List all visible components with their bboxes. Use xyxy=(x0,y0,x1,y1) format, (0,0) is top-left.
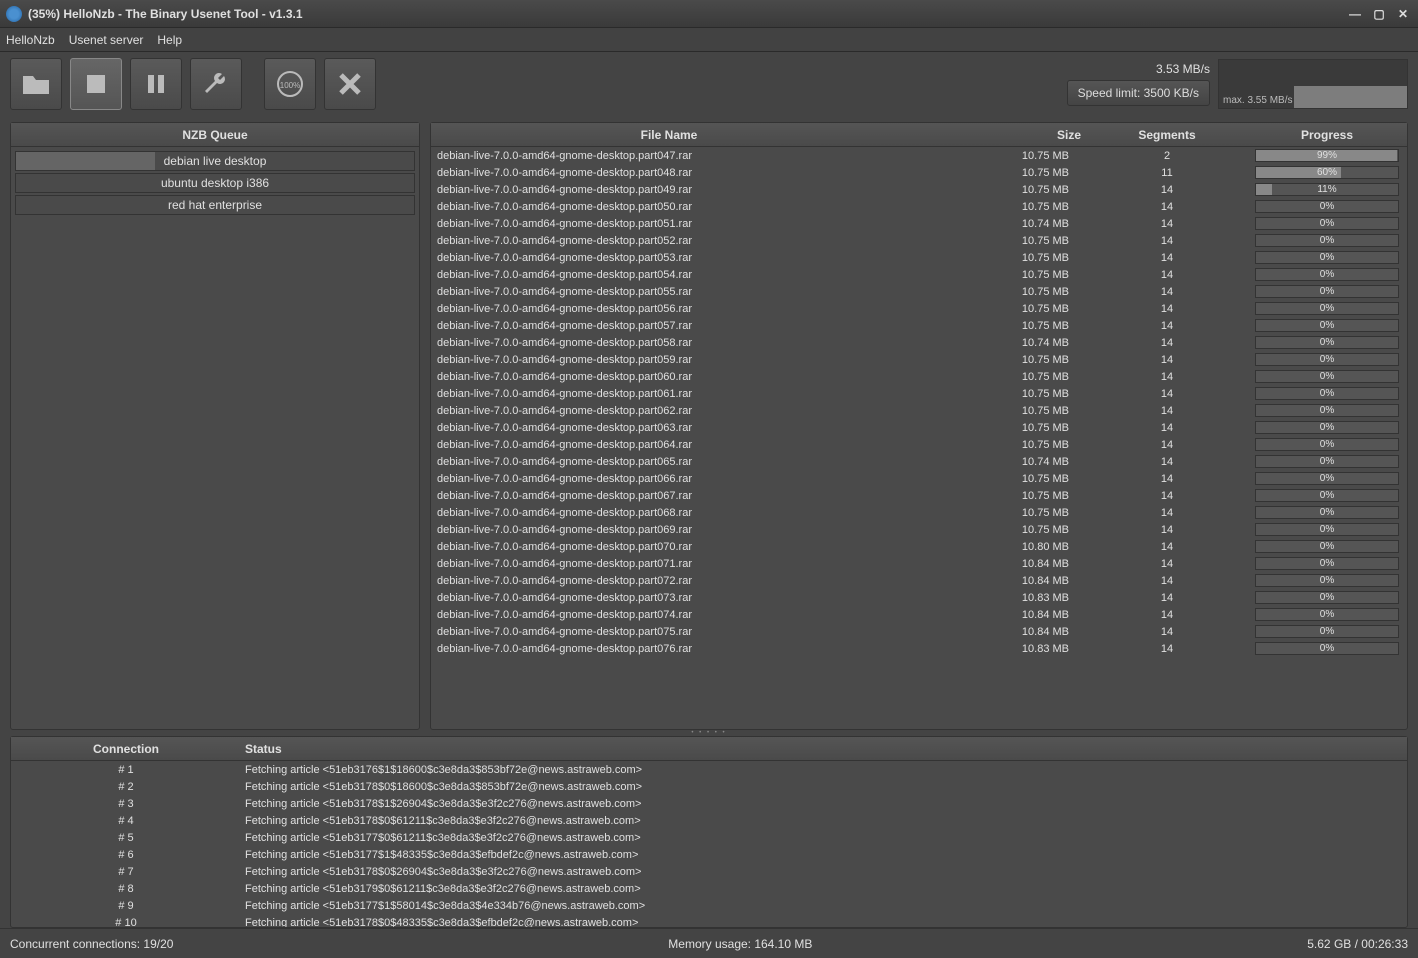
file-row[interactable]: debian-live-7.0.0-amd64-gnome-desktop.pa… xyxy=(431,436,1407,453)
file-row[interactable]: debian-live-7.0.0-amd64-gnome-desktop.pa… xyxy=(431,351,1407,368)
pause-icon xyxy=(144,72,168,96)
file-row[interactable]: debian-live-7.0.0-amd64-gnome-desktop.pa… xyxy=(431,470,1407,487)
file-row[interactable]: debian-live-7.0.0-amd64-gnome-desktop.pa… xyxy=(431,283,1407,300)
file-row[interactable]: debian-live-7.0.0-amd64-gnome-desktop.pa… xyxy=(431,300,1407,317)
file-row[interactable]: debian-live-7.0.0-amd64-gnome-desktop.pa… xyxy=(431,402,1407,419)
file-row[interactable]: debian-live-7.0.0-amd64-gnome-desktop.pa… xyxy=(431,181,1407,198)
file-row[interactable]: debian-live-7.0.0-amd64-gnome-desktop.pa… xyxy=(431,249,1407,266)
status-total: 5.62 GB / 00:26:33 xyxy=(1307,937,1408,951)
file-row[interactable]: debian-live-7.0.0-amd64-gnome-desktop.pa… xyxy=(431,419,1407,436)
connections-panel: Connection Status # 1Fetching article <5… xyxy=(10,736,1408,928)
folder-icon xyxy=(21,72,51,96)
file-row[interactable]: debian-live-7.0.0-amd64-gnome-desktop.pa… xyxy=(431,589,1407,606)
file-row[interactable]: debian-live-7.0.0-amd64-gnome-desktop.pa… xyxy=(431,606,1407,623)
nzb-queue-panel: NZB Queue debian live desktopubuntu desk… xyxy=(10,122,420,730)
col-segments[interactable]: Segments xyxy=(1087,123,1247,146)
connection-row[interactable]: # 4Fetching article <51eb3178$0$61211$c3… xyxy=(11,812,1407,829)
menu-usenet-server[interactable]: Usenet server xyxy=(69,33,144,47)
file-row[interactable]: debian-live-7.0.0-amd64-gnome-desktop.pa… xyxy=(431,385,1407,402)
file-row[interactable]: debian-live-7.0.0-amd64-gnome-desktop.pa… xyxy=(431,487,1407,504)
queue-item[interactable]: ubuntu desktop i386 xyxy=(15,173,415,193)
cancel-button[interactable] xyxy=(324,58,376,110)
file-list[interactable]: debian-live-7.0.0-amd64-gnome-desktop.pa… xyxy=(431,147,1407,729)
file-row[interactable]: debian-live-7.0.0-amd64-gnome-desktop.pa… xyxy=(431,147,1407,164)
queue-item[interactable]: red hat enterprise xyxy=(15,195,415,215)
col-connection[interactable]: Connection xyxy=(11,737,241,760)
speed-graph: max. 3.55 MB/s xyxy=(1218,59,1408,109)
file-row[interactable]: debian-live-7.0.0-amd64-gnome-desktop.pa… xyxy=(431,198,1407,215)
connection-row[interactable]: # 2Fetching article <51eb3178$0$18600$c3… xyxy=(11,778,1407,795)
file-row[interactable]: debian-live-7.0.0-amd64-gnome-desktop.pa… xyxy=(431,504,1407,521)
settings-button[interactable] xyxy=(190,58,242,110)
connection-row[interactable]: # 3Fetching article <51eb3178$1$26904$c3… xyxy=(11,795,1407,812)
status-bar: Concurrent connections: 19/20 Memory usa… xyxy=(0,928,1418,958)
stop-button[interactable] xyxy=(70,58,122,110)
minimize-button[interactable]: — xyxy=(1346,6,1364,22)
toolbar: 100% 3.53 MB/s Speed limit: 3500 KB/s ma… xyxy=(0,52,1418,116)
connection-row[interactable]: # 1Fetching article <51eb3176$1$18600$c3… xyxy=(11,761,1407,778)
open-folder-button[interactable] xyxy=(10,58,62,110)
status-memory: Memory usage: 164.10 MB xyxy=(213,937,1267,951)
menu-bar: HelloNzb Usenet server Help xyxy=(0,28,1418,52)
connection-row[interactable]: # 9Fetching article <51eb3177$1$58014$c3… xyxy=(11,897,1407,914)
file-row[interactable]: debian-live-7.0.0-amd64-gnome-desktop.pa… xyxy=(431,317,1407,334)
col-status[interactable]: Status xyxy=(241,737,1407,760)
file-row[interactable]: debian-live-7.0.0-amd64-gnome-desktop.pa… xyxy=(431,453,1407,470)
window-title: (35%) HelloNzb - The Binary Usenet Tool … xyxy=(28,7,1346,21)
file-row[interactable]: debian-live-7.0.0-amd64-gnome-desktop.pa… xyxy=(431,623,1407,640)
graph-max-label: max. 3.55 MB/s xyxy=(1223,95,1292,106)
close-button[interactable]: ✕ xyxy=(1394,6,1412,22)
connection-row[interactable]: # 8Fetching article <51eb3179$0$61211$c3… xyxy=(11,880,1407,897)
x-icon xyxy=(337,71,363,97)
file-row[interactable]: debian-live-7.0.0-amd64-gnome-desktop.pa… xyxy=(431,555,1407,572)
col-progress[interactable]: Progress xyxy=(1247,123,1407,146)
file-row[interactable]: debian-live-7.0.0-amd64-gnome-desktop.pa… xyxy=(431,334,1407,351)
gauge-icon: 100% xyxy=(275,69,305,99)
app-icon xyxy=(6,6,22,22)
file-row[interactable]: debian-live-7.0.0-amd64-gnome-desktop.pa… xyxy=(431,368,1407,385)
queue-header: NZB Queue xyxy=(11,123,419,147)
file-row[interactable]: debian-live-7.0.0-amd64-gnome-desktop.pa… xyxy=(431,521,1407,538)
file-row[interactable]: debian-live-7.0.0-amd64-gnome-desktop.pa… xyxy=(431,266,1407,283)
connection-row[interactable]: # 6Fetching article <51eb3177$1$48335$c3… xyxy=(11,846,1407,863)
title-bar: (35%) HelloNzb - The Binary Usenet Tool … xyxy=(0,0,1418,28)
col-filename[interactable]: File Name xyxy=(431,123,907,146)
svg-text:100%: 100% xyxy=(280,81,300,90)
file-row[interactable]: debian-live-7.0.0-amd64-gnome-desktop.pa… xyxy=(431,232,1407,249)
menu-hellonzb[interactable]: HelloNzb xyxy=(6,33,55,47)
file-row[interactable]: debian-live-7.0.0-amd64-gnome-desktop.pa… xyxy=(431,538,1407,555)
files-panel: File Name Size Segments Progress debian-… xyxy=(430,122,1408,730)
speed-limit-button[interactable]: Speed limit: 3500 KB/s xyxy=(1067,80,1210,106)
connection-row[interactable]: # 5Fetching article <51eb3177$0$61211$c3… xyxy=(11,829,1407,846)
file-row[interactable]: debian-live-7.0.0-amd64-gnome-desktop.pa… xyxy=(431,215,1407,232)
file-row[interactable]: debian-live-7.0.0-amd64-gnome-desktop.pa… xyxy=(431,640,1407,657)
current-speed: 3.53 MB/s xyxy=(1067,62,1210,76)
queue-item[interactable]: debian live desktop xyxy=(15,151,415,171)
maximize-button[interactable]: ▢ xyxy=(1370,6,1388,22)
file-row[interactable]: debian-live-7.0.0-amd64-gnome-desktop.pa… xyxy=(431,572,1407,589)
speed-gauge-button[interactable]: 100% xyxy=(264,58,316,110)
connection-row[interactable]: # 7Fetching article <51eb3178$0$26904$c3… xyxy=(11,863,1407,880)
pause-button[interactable] xyxy=(130,58,182,110)
connection-list[interactable]: # 1Fetching article <51eb3176$1$18600$c3… xyxy=(11,761,1407,927)
status-connections: Concurrent connections: 19/20 xyxy=(10,937,173,951)
col-size[interactable]: Size xyxy=(907,123,1087,146)
stop-icon xyxy=(84,72,108,96)
connection-row[interactable]: # 10Fetching article <51eb3178$0$48335$c… xyxy=(11,914,1407,927)
wrench-icon xyxy=(202,70,230,98)
file-row[interactable]: debian-live-7.0.0-amd64-gnome-desktop.pa… xyxy=(431,164,1407,181)
menu-help[interactable]: Help xyxy=(157,33,182,47)
